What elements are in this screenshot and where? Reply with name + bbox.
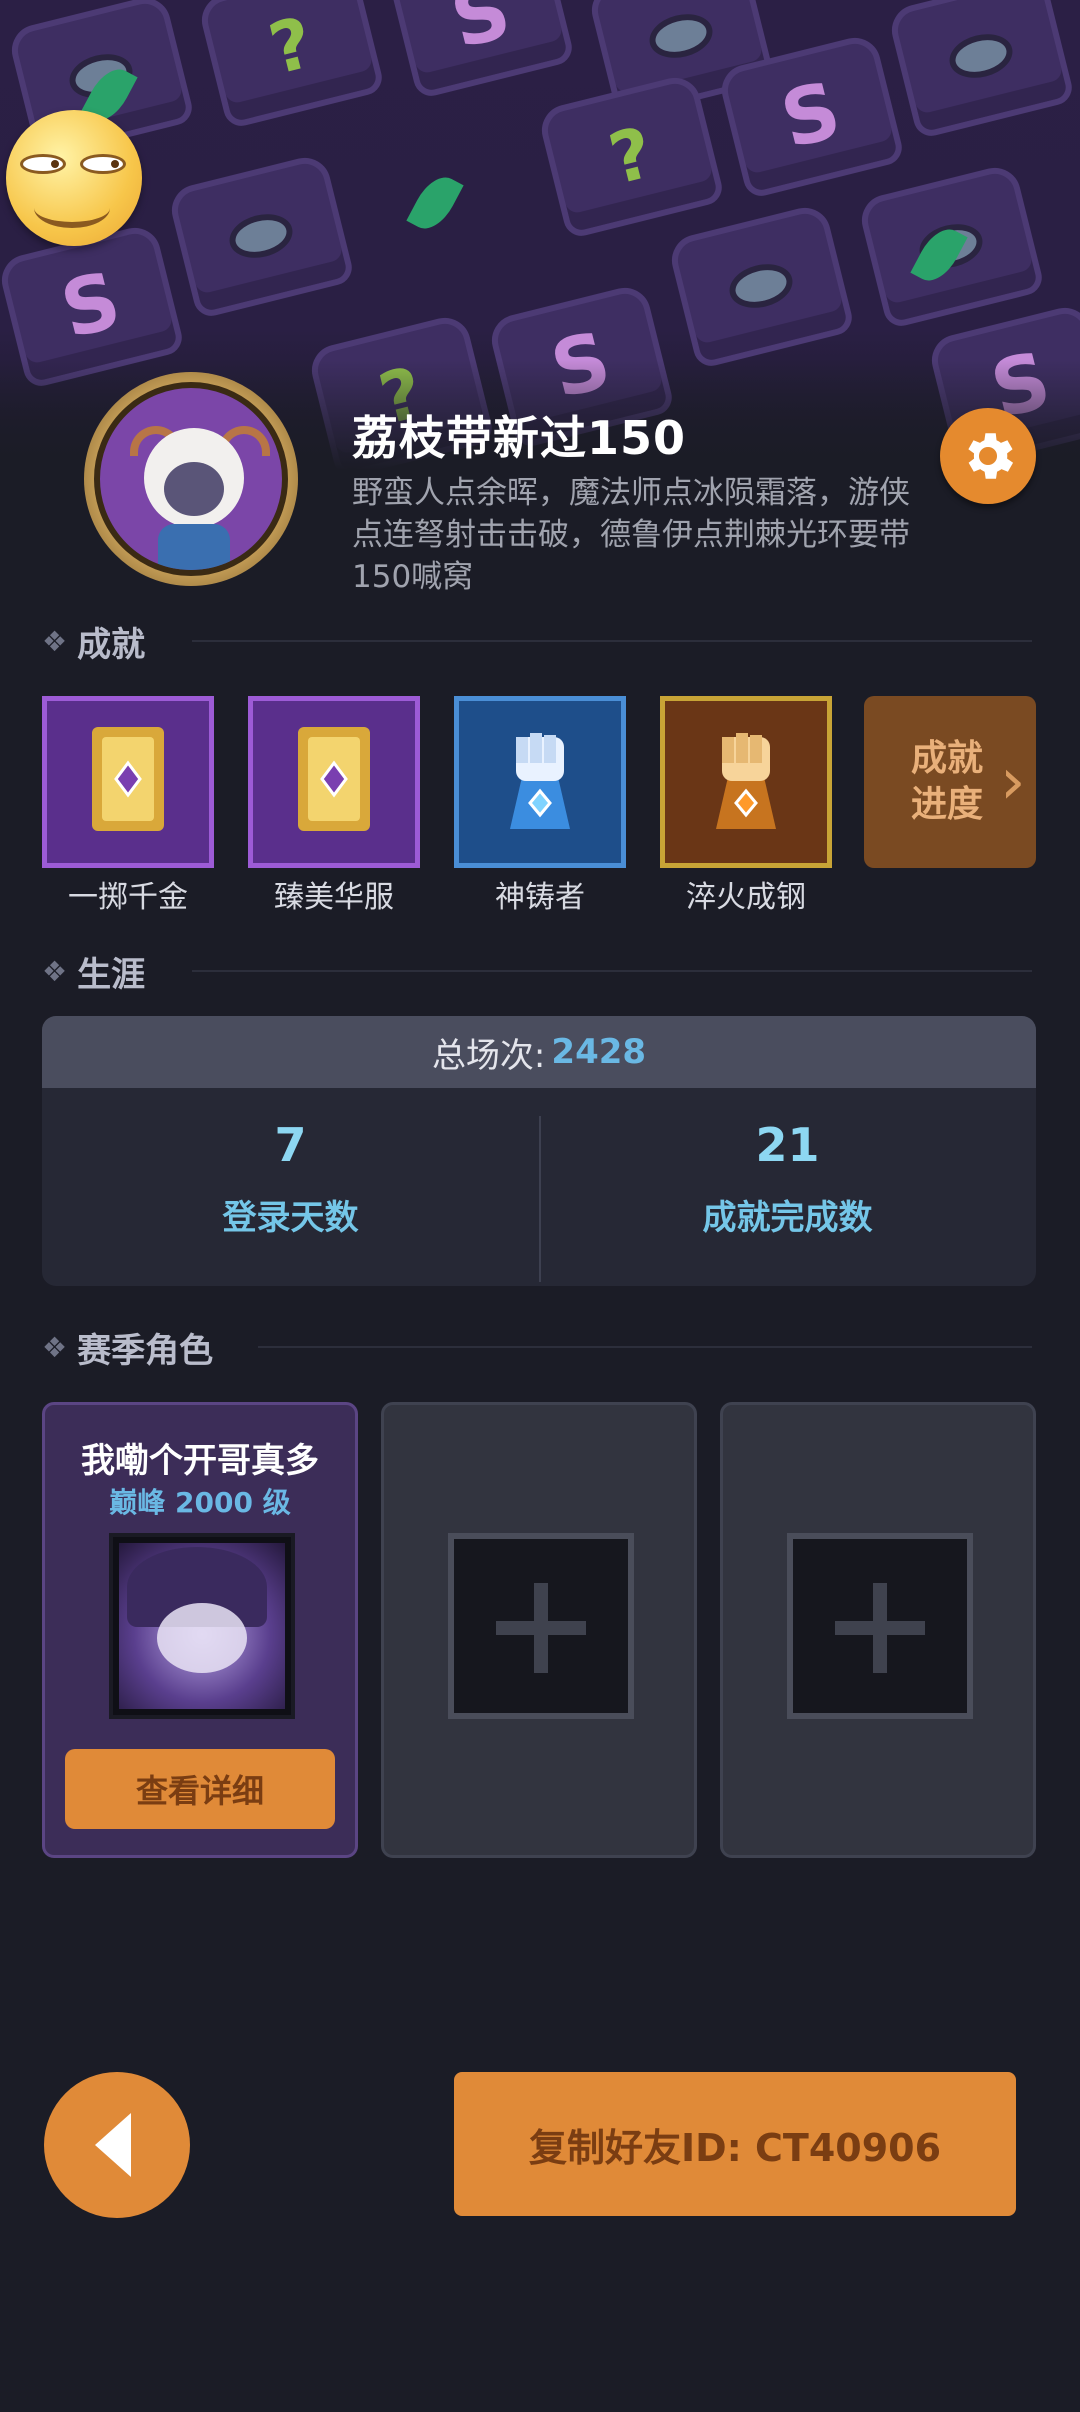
chest-decoration: ? (536, 72, 726, 240)
player-name: 荔枝带新过150 (352, 411, 687, 465)
empty-role-slot[interactable] (720, 1402, 1036, 1858)
player-avatar[interactable] (84, 372, 298, 586)
achievement-label: 臻美华服 (274, 880, 394, 915)
login-days-stat: 7 登录天数 (42, 1088, 539, 1286)
diamond-icon: ❖ (42, 624, 68, 658)
chest-decoration: ? (196, 0, 386, 130)
role-portrait (109, 1533, 295, 1719)
stat-value: 21 (755, 1118, 820, 1172)
back-button[interactable] (44, 2072, 190, 2218)
card-badge-icon (92, 727, 164, 831)
player-bio: 野蛮人点余晖，魔法师点冰陨霜落，游侠点连弩射击击破，德鲁伊点荆棘光环要带150喊… (352, 475, 910, 595)
achievement-label: 神铸者 (495, 880, 585, 915)
section-title: 赛季角色 (77, 1330, 214, 1371)
achievement-badge[interactable] (248, 696, 420, 868)
stat-value: 7 (274, 1118, 307, 1172)
achievement-badge[interactable] (42, 696, 214, 868)
section-title: 成就 (77, 624, 146, 665)
copy-friend-id-button[interactable]: 复制好友ID: CT40906 (454, 2072, 1016, 2216)
achievements-header: ❖ 成就 (42, 616, 1032, 666)
chest-decoration (886, 0, 1076, 140)
empty-role-slot[interactable] (381, 1402, 697, 1858)
diamond-icon: ❖ (42, 1330, 68, 1364)
stat-label: 登录天数 (222, 1198, 359, 1238)
floating-emoji-icon[interactable] (6, 110, 142, 246)
chest-decoration: S (716, 32, 906, 200)
progress-label-line1: 成就 (910, 738, 983, 779)
plus-icon (448, 1533, 634, 1719)
chest-decoration (166, 152, 356, 320)
total-matches-value: 2428 (551, 1032, 647, 1072)
fist-badge-icon (716, 733, 776, 829)
achievements-completed-stat: 21 成就完成数 (539, 1088, 1036, 1286)
stat-label: 成就完成数 (702, 1198, 873, 1238)
achievement-badge[interactable] (454, 696, 626, 868)
achievement-badge[interactable] (660, 696, 832, 868)
arrow-left-icon (95, 2113, 131, 2177)
gear-icon (968, 433, 1014, 479)
total-matches-row: 总场次: 2428 (42, 1016, 1036, 1088)
fist-badge-icon (510, 733, 570, 829)
card-badge-icon (298, 727, 370, 831)
diamond-icon: ❖ (42, 954, 68, 988)
leaf-decoration (406, 169, 464, 237)
total-matches-label: 总场次: (431, 1035, 546, 1076)
career-stats-panel: 总场次: 2428 7 登录天数 21 成就完成数 (42, 1016, 1036, 1286)
season-roles-header: ❖ 赛季角色 (42, 1322, 1032, 1372)
chevron-right-icon: › (1000, 745, 1026, 819)
settings-button[interactable] (940, 408, 1036, 504)
role-level: 巅峰 2000 级 (109, 1486, 291, 1519)
chest-decoration: S (386, 0, 576, 100)
view-details-button[interactable]: 查看详细 (65, 1749, 335, 1829)
achievement-progress-button[interactable]: 成就 进度 › (864, 696, 1036, 868)
plus-icon (787, 1533, 973, 1719)
progress-label-line2: 进度 (910, 784, 983, 825)
season-role-card[interactable]: 我嘞个开哥真多 巅峰 2000 级 查看详细 (42, 1402, 358, 1858)
career-header: ❖ 生涯 (42, 946, 1032, 996)
achievement-label: 淬火成钢 (686, 880, 806, 915)
achievement-label: 一掷千金 (68, 880, 188, 915)
role-name: 我嘞个开哥真多 (81, 1441, 319, 1481)
chest-decoration (666, 202, 856, 370)
section-title: 生涯 (77, 954, 146, 995)
